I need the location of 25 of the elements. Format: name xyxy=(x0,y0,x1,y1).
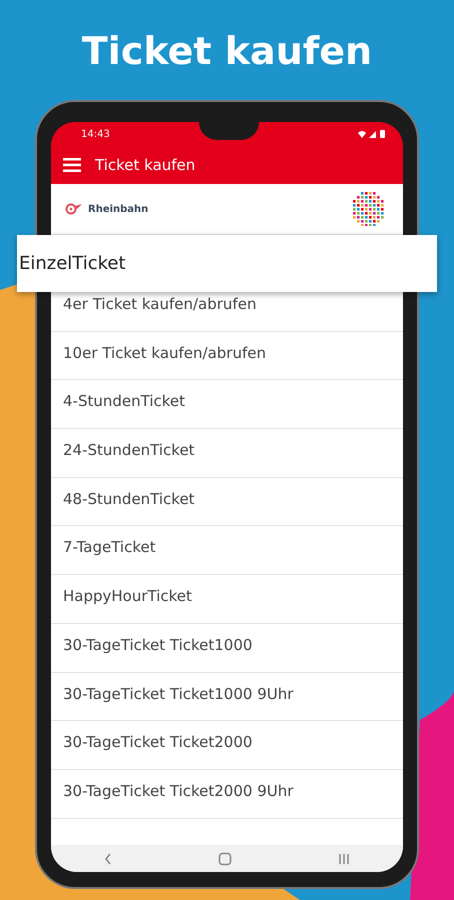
highlighted-ticket-option[interactable]: EinzelTicket xyxy=(17,235,437,292)
recent-apps-icon[interactable] xyxy=(336,852,351,866)
ticket-option[interactable]: 30-TageTicket Ticket1000 xyxy=(63,636,252,654)
status-icons-icon xyxy=(357,129,387,139)
brand-name: Rheinbahn xyxy=(88,204,148,214)
camera-notch xyxy=(199,122,259,140)
ticket-option[interactable]: 48-StundenTicket xyxy=(63,490,195,508)
app-bar-title: Ticket kaufen xyxy=(95,156,196,174)
ticket-option[interactable]: 10er Ticket kaufen/abrufen xyxy=(63,344,266,362)
ticket-option[interactable]: 30-TageTicket Ticket2000 xyxy=(63,733,252,752)
ticket-label: EinzelTicket xyxy=(19,253,126,274)
ticket-option[interactable]: 24-StundenTicket xyxy=(63,441,195,460)
dotted-logo-icon xyxy=(353,192,385,226)
headline: Ticket kaufen xyxy=(82,28,372,75)
ticket-option[interactable]: 30-TageTicket Ticket1000 9Uhr xyxy=(63,684,294,702)
brand-logo-icon xyxy=(65,203,83,215)
menu-icon[interactable] xyxy=(63,158,81,172)
ticket-option[interactable]: HappyHourTicket xyxy=(63,587,192,606)
back-icon[interactable] xyxy=(103,852,114,866)
ticket-option[interactable]: 4-StundenTicket xyxy=(63,392,186,410)
ticket-option[interactable]: 7-TageTicket xyxy=(63,538,156,556)
ticket-option[interactable]: 4er Ticket kaufen/abrufen xyxy=(63,295,256,313)
ticket-option[interactable]: 30-TageTicket Ticket2000 9Uhr xyxy=(63,782,294,800)
status-time: 14:43 xyxy=(81,128,110,140)
home-icon[interactable] xyxy=(218,852,232,866)
